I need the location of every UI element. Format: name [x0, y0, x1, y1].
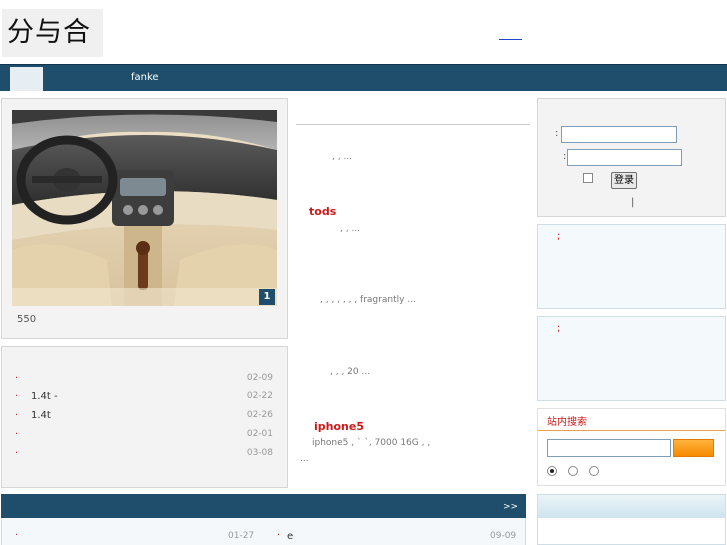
bullet: ·	[15, 391, 19, 402]
list-item-date: 02-26	[246, 410, 273, 420]
side-panel-header	[538, 495, 725, 518]
section-body	[1, 518, 526, 545]
list-item-date: 02-01	[246, 429, 273, 439]
search-input[interactable]	[547, 439, 671, 457]
site-search-divider	[538, 430, 725, 431]
list-item-date: 02-22	[246, 391, 273, 401]
password-label: :	[563, 151, 567, 162]
bullet: ·	[277, 530, 281, 541]
list-item-title[interactable]: e	[287, 531, 293, 542]
list-item[interactable]: · 03-08	[15, 448, 273, 462]
more-link[interactable]: >>	[503, 502, 518, 512]
bullet: ·	[15, 373, 19, 384]
search-scope-radio[interactable]	[589, 466, 599, 476]
article-excerpt-more: ...	[300, 454, 309, 464]
search-scope-radio[interactable]	[568, 466, 578, 476]
notice-text: ;	[557, 323, 561, 334]
nav-item-fanke[interactable]: fanke	[131, 72, 159, 83]
top-link[interactable]	[499, 27, 522, 40]
section-header-bar	[1, 494, 526, 518]
notice-text: ;	[557, 231, 561, 242]
search-scope-radio[interactable]	[547, 466, 557, 476]
bullet: ·	[15, 429, 19, 440]
list-item-date: 09-09	[490, 531, 517, 541]
list-item[interactable]: · 1.4t - 02-22	[15, 391, 273, 405]
article-excerpt: , , , 20 ...	[330, 367, 371, 377]
login-link-separator: |	[631, 197, 635, 208]
nav-item-home[interactable]	[10, 67, 43, 91]
search-button[interactable]	[673, 439, 714, 457]
slide-caption[interactable]: 550	[17, 314, 36, 325]
article-excerpt: , , ...	[332, 152, 353, 162]
logo-text: 分与合	[7, 17, 91, 48]
article-title[interactable]: iphone5	[314, 420, 364, 433]
slideshow-image[interactable]	[12, 110, 277, 306]
article-excerpt: , , ...	[340, 224, 361, 234]
main-nav	[0, 64, 727, 91]
article-excerpt: , , , , , , , fragrantly ...	[320, 295, 416, 305]
slide-index-badge[interactable]: 1	[259, 289, 275, 305]
username-input[interactable]	[561, 126, 677, 143]
bullet: ·	[15, 448, 19, 459]
article-title[interactable]: tods	[309, 205, 336, 218]
list-item-date: 03-08	[246, 448, 273, 458]
list-item-date: 01-27	[228, 531, 255, 541]
article-excerpt: iphone5 , ` `, 7000 16G , ,	[312, 438, 431, 448]
notice-panel	[537, 224, 726, 309]
list-item-title[interactable]: 1.4t -	[31, 391, 58, 402]
password-input[interactable]	[567, 149, 682, 166]
remember-me-checkbox[interactable]	[583, 173, 593, 183]
list-item[interactable]: · 02-01	[15, 429, 273, 443]
section-divider	[296, 124, 530, 125]
bullet: ·	[15, 530, 19, 541]
site-logo[interactable]: 分与合	[2, 9, 103, 57]
list-item[interactable]: · 1.4t 02-26	[15, 410, 273, 424]
list-item-title[interactable]: 1.4t	[31, 410, 51, 421]
notice-panel	[537, 316, 726, 401]
site-search-title: 站内搜索	[547, 417, 587, 428]
username-label: :	[555, 128, 559, 139]
list-item-date: 02-09	[246, 373, 273, 383]
list-item[interactable]: · 02-09	[15, 373, 273, 387]
bullet: ·	[15, 410, 19, 421]
login-button[interactable]: 登录	[611, 172, 637, 189]
